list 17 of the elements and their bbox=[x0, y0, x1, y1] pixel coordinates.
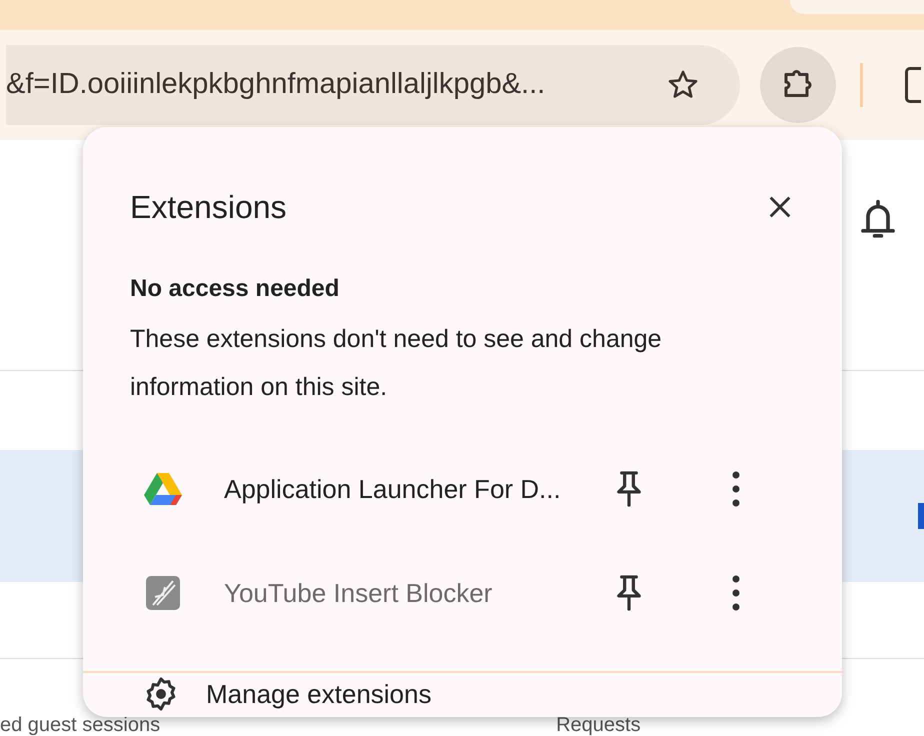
accent-mark bbox=[918, 503, 924, 529]
address-bar[interactable]: &f=ID.ooiiinlekpkbghnfmapianllaljlkpgb&... bbox=[6, 45, 740, 125]
more-options-icon[interactable] bbox=[732, 575, 740, 611]
pin-icon[interactable] bbox=[614, 574, 644, 612]
section-heading: No access needed bbox=[129, 274, 340, 304]
extension-logo-icon bbox=[145, 575, 181, 611]
popup-title: Extensions bbox=[130, 188, 287, 227]
triangle-logo-icon bbox=[144, 472, 182, 506]
pin-icon[interactable] bbox=[614, 470, 644, 508]
page-text: Requests bbox=[556, 714, 641, 736]
manage-extensions-item[interactable]: Manage extensions bbox=[83, 673, 842, 717]
url-text: &f=ID.ooiiinlekpkbghnfmapianllaljlkpgb&... bbox=[6, 67, 546, 102]
toolbar-icon[interactable] bbox=[905, 67, 921, 103]
section-description: These extensions don't need to see and change information on this site. bbox=[129, 324, 663, 403]
more-options-icon[interactable] bbox=[732, 471, 740, 507]
extension-name[interactable]: Application Launcher For D... bbox=[224, 470, 604, 508]
page-text: ed guest sessions bbox=[0, 714, 160, 736]
